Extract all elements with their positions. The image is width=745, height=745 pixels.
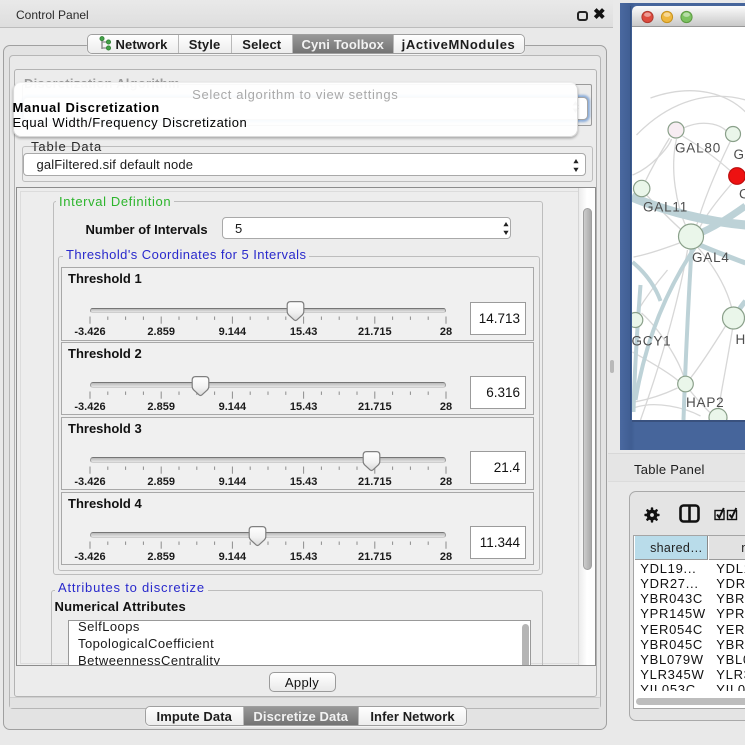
svg-text:CY: CY <box>739 187 745 202</box>
svg-text:HAP2: HAP2 <box>686 395 724 410</box>
svg-text:GAL4: GAL4 <box>692 250 730 265</box>
svg-text:GA: GA <box>733 147 745 162</box>
svg-text:GCY1: GCY1 <box>632 334 671 349</box>
svg-text:GAL80: GAL80 <box>675 140 721 155</box>
svg-text:GAL11: GAL11 <box>643 200 688 215</box>
svg-text:H: H <box>735 332 745 347</box>
